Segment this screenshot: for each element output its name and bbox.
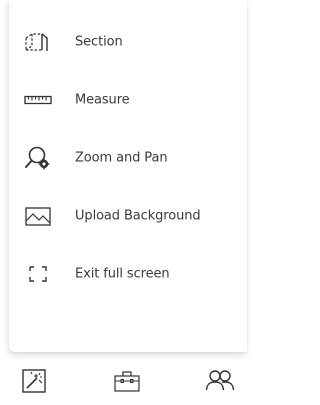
- magic-wand-button[interactable]: [19, 368, 49, 398]
- menu-item-zoom-and-pan[interactable]: Zoom and Pan: [9, 129, 247, 187]
- menu-item-upload-background[interactable]: Upload Background: [9, 187, 247, 245]
- image-icon: [19, 205, 57, 227]
- menu-item-measure[interactable]: Measure: [9, 71, 247, 129]
- menu-item-label: Upload Background: [75, 208, 201, 224]
- people-icon: [205, 368, 235, 398]
- toolbox-icon: [113, 368, 141, 398]
- ruler-icon: [19, 89, 57, 111]
- menu-item-label: Zoom and Pan: [75, 150, 168, 166]
- menu-item-exit-full-screen[interactable]: Exit full screen: [9, 245, 247, 303]
- magic-wand-icon: [21, 368, 47, 398]
- zoom-pan-icon: [19, 146, 57, 170]
- section-icon: [19, 31, 57, 53]
- screen: Section Measure Zoom and Pan Upload Back…: [0, 0, 247, 405]
- menu-item-label: Exit full screen: [75, 266, 170, 282]
- menu-panel: Section Measure Zoom and Pan Upload Back…: [9, 0, 247, 352]
- bottom-toolbar: [0, 352, 247, 405]
- menu-item-label: Section: [75, 34, 123, 50]
- menu-item-section[interactable]: Section: [9, 13, 247, 71]
- people-button[interactable]: [205, 368, 235, 398]
- toolbox-button[interactable]: [112, 368, 142, 398]
- menu-item-label: Measure: [75, 92, 130, 108]
- exit-fullscreen-icon: [19, 263, 57, 285]
